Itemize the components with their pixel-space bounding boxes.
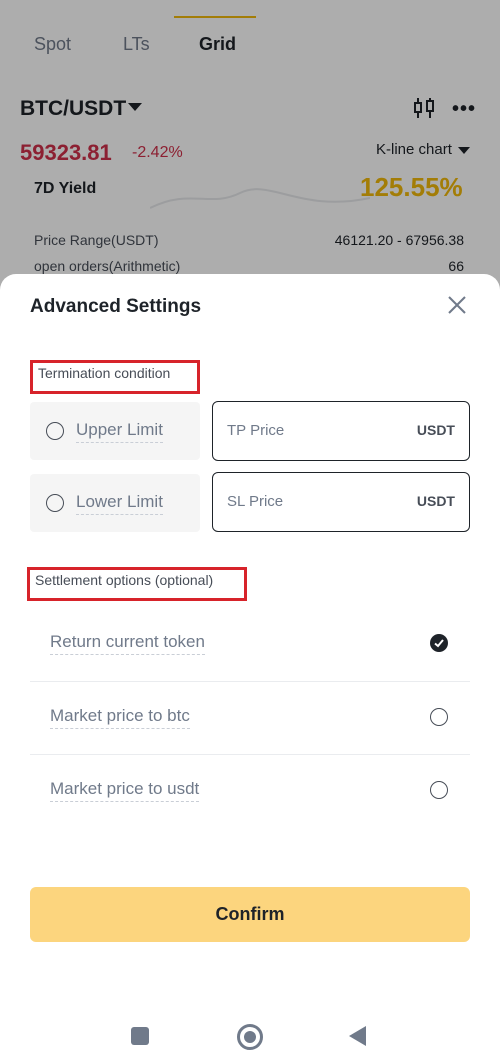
unit-label: USDT <box>416 493 455 509</box>
settlement-option-market-btc[interactable]: Market price to btc <box>30 681 470 753</box>
option-label: Market price to usdt <box>50 779 200 802</box>
termination-condition-label: Termination condition <box>30 360 200 394</box>
radio-unchecked-icon[interactable] <box>430 708 448 726</box>
tp-price-placeholder: TP Price <box>227 422 285 439</box>
option-label: Return current token <box>50 632 205 655</box>
sheet-title: Advanced Settings <box>30 296 202 317</box>
settlement-option-market-usdt[interactable]: Market price to usdt <box>30 754 470 826</box>
radio-unchecked-icon[interactable] <box>430 781 448 799</box>
recent-apps-icon[interactable] <box>131 1027 149 1045</box>
home-icon[interactable] <box>237 1024 263 1050</box>
radio-unchecked-icon[interactable] <box>46 422 64 440</box>
lower-limit-label: Lower Limit <box>76 492 163 515</box>
radio-unchecked-icon[interactable] <box>46 494 64 512</box>
sl-price-placeholder: SL Price <box>227 493 284 510</box>
upper-limit-option[interactable]: Upper Limit <box>30 402 200 460</box>
upper-limit-label: Upper Limit <box>76 420 163 443</box>
checkmark-selected-icon[interactable] <box>430 634 448 652</box>
settlement-options-label: Settlement options (optional) <box>27 567 247 601</box>
advanced-settings-sheet: Advanced Settings Termination condition … <box>0 274 500 1064</box>
confirm-button[interactable]: Confirm <box>30 887 470 942</box>
unit-label: USDT <box>416 422 455 438</box>
tp-price-input[interactable]: TP Price USDT <box>212 401 470 461</box>
system-nav-bar <box>0 1024 500 1064</box>
sl-price-input[interactable]: SL Price USDT <box>212 472 470 532</box>
back-icon[interactable] <box>349 1026 366 1046</box>
modal-overlay[interactable] <box>0 0 500 300</box>
option-label: Market price to btc <box>50 706 190 729</box>
lower-limit-option[interactable]: Lower Limit <box>30 474 200 532</box>
settlement-option-return-token[interactable]: Return current token <box>30 608 470 680</box>
close-icon[interactable] <box>446 294 468 316</box>
